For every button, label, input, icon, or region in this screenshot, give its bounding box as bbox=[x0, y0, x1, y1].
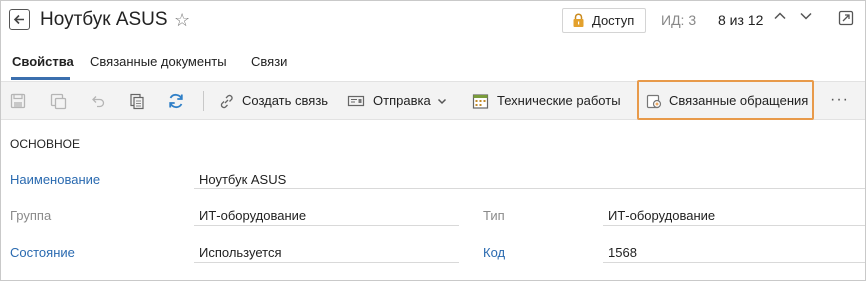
tech-works-button[interactable]: Технические работы bbox=[497, 93, 621, 108]
highlight-frame bbox=[637, 80, 814, 120]
state-label[interactable]: Состояние bbox=[10, 245, 75, 260]
record-counter: 8 из 12 bbox=[718, 12, 764, 28]
arrow-left-icon bbox=[13, 14, 24, 25]
more-options-icon[interactable]: ··· bbox=[830, 91, 849, 109]
group-field[interactable]: ИТ-оборудование bbox=[199, 208, 306, 223]
name-field[interactable]: Ноутбук ASUS bbox=[199, 172, 286, 187]
state-field[interactable]: Используется bbox=[199, 245, 282, 260]
type-field-underline bbox=[603, 225, 865, 226]
page-title: Ноутбук ASUS bbox=[40, 9, 168, 30]
access-button-label: Доступ bbox=[592, 13, 635, 28]
group-label: Группа bbox=[10, 208, 52, 223]
section-title: ОСНОВНОЕ bbox=[10, 137, 81, 151]
refresh-icon[interactable] bbox=[167, 92, 185, 110]
calendar-icon bbox=[471, 92, 489, 110]
dropdown-chevron-icon[interactable] bbox=[433, 92, 451, 110]
state-field-underline bbox=[194, 262, 459, 263]
chevron-up-icon[interactable] bbox=[773, 9, 787, 27]
save-icon[interactable] bbox=[9, 92, 27, 110]
favorite-star-icon[interactable]: ☆ bbox=[174, 9, 190, 31]
tab-links[interactable]: Связи bbox=[251, 54, 287, 69]
back-button[interactable] bbox=[9, 9, 30, 30]
send-icon bbox=[347, 92, 365, 110]
code-field-underline bbox=[603, 262, 865, 263]
copy-icon[interactable] bbox=[128, 92, 146, 110]
card-frame bbox=[0, 0, 866, 281]
type-field[interactable]: ИТ-оборудование bbox=[608, 208, 715, 223]
tab-related-documents[interactable]: Связанные документы bbox=[90, 54, 227, 69]
link-icon bbox=[217, 92, 235, 110]
lock-icon bbox=[573, 13, 584, 27]
group-field-underline bbox=[194, 225, 459, 226]
name-field-underline bbox=[194, 188, 865, 189]
toolbar-divider bbox=[203, 91, 204, 111]
create-link-button[interactable]: Создать связь bbox=[242, 93, 328, 108]
name-label[interactable]: Наименование bbox=[10, 172, 100, 187]
code-label[interactable]: Код bbox=[483, 245, 505, 260]
tab-properties[interactable]: Свойства bbox=[12, 54, 74, 69]
save-and-close-icon[interactable] bbox=[49, 92, 67, 110]
active-tab-indicator bbox=[11, 77, 70, 80]
open-external-icon[interactable] bbox=[838, 10, 854, 26]
undo-icon[interactable] bbox=[89, 92, 107, 110]
record-id: ИД: 3 bbox=[661, 12, 697, 28]
chevron-down-icon[interactable] bbox=[799, 9, 813, 27]
code-field[interactable]: 1568 bbox=[608, 245, 637, 260]
type-label: Тип bbox=[483, 208, 505, 223]
send-dropdown-button[interactable]: Отправка bbox=[373, 93, 431, 108]
access-button[interactable]: Доступ bbox=[562, 8, 646, 33]
